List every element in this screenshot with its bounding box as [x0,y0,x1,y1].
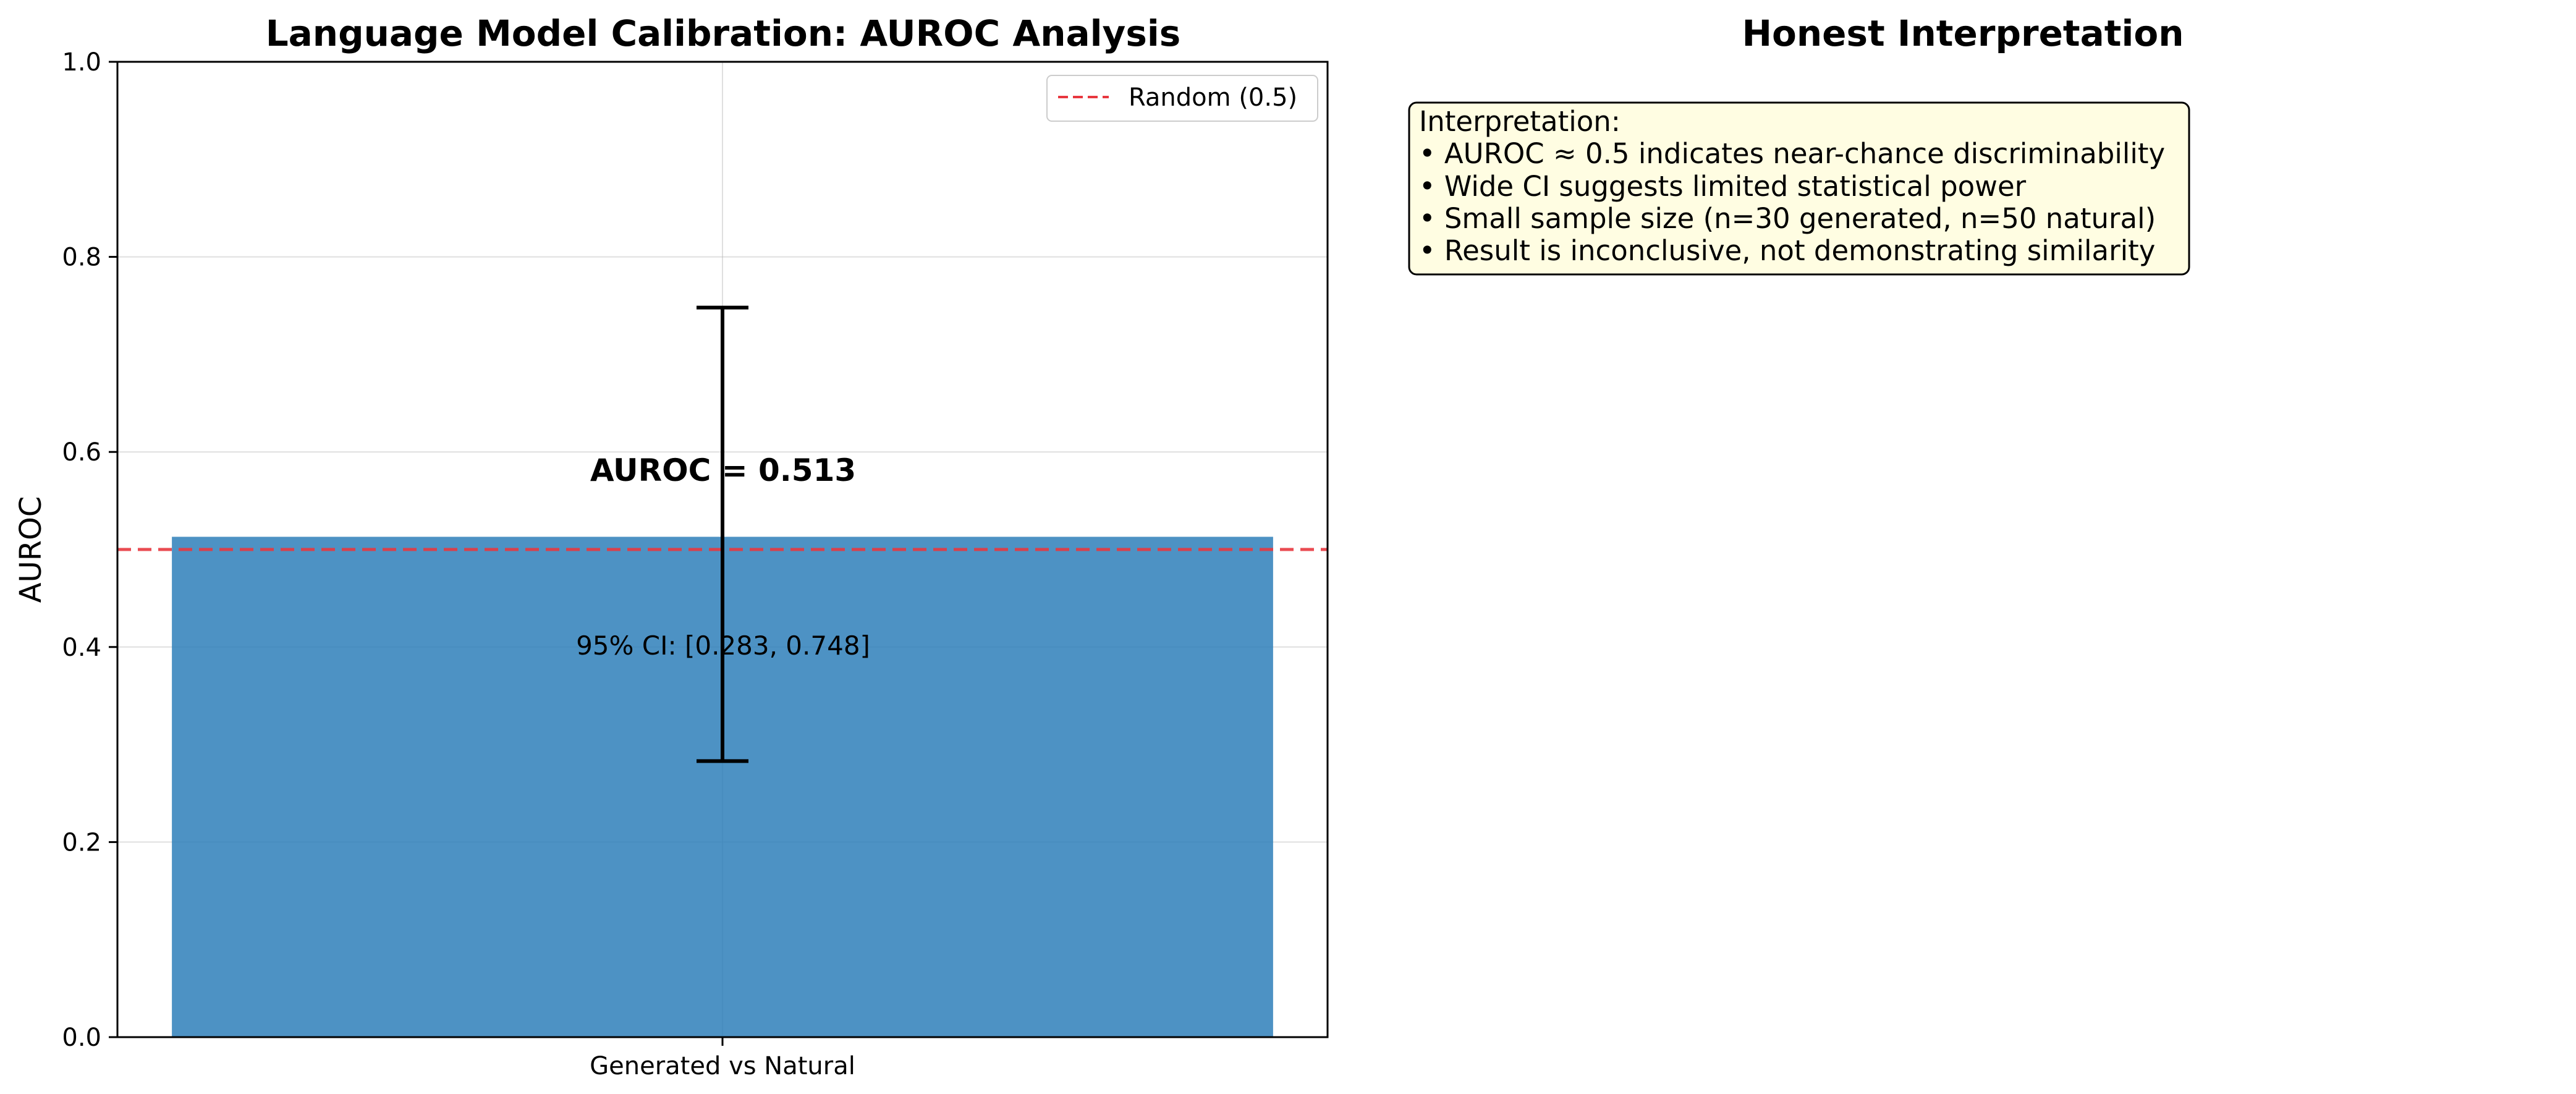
legend-label-random: Random (0.5) [1129,83,1297,112]
y-tick-label: 0.6 [62,438,101,467]
plot-area: 0.0 0.2 0.4 0.6 0.8 1.0 Generated vs Natural [62,48,1329,1080]
y-tick-layer: 0.0 0.2 0.4 0.6 0.8 1.0 [62,48,117,1052]
interpretation-line-3: • Small sample size (n=30 generated, n=5… [1419,202,2156,235]
y-axis-label: AUROC [14,496,48,603]
legend: Random (0.5) [1046,75,1318,122]
interpretation-box: Interpretation: • AUROC ≈ 0.5 indicates … [1408,101,2190,276]
y-tick-label: 0.4 [62,634,101,662]
x-tick-label: Generated vs Natural [590,1052,855,1080]
x-tick-layer: Generated vs Natural [590,1037,855,1080]
interpretation-line-4: • Result is inconclusive, not demonstrat… [1419,234,2155,267]
figure: Language Model Calibration: AUROC Analys… [14,12,2190,1080]
interpretation-line-2: • Wide CI suggests limited statistical p… [1419,170,2027,203]
interpretation-line-heading: Interpretation: [1419,105,1621,138]
ci-label: 95% CI: [0.283, 0.748] [576,630,870,661]
auroc-value-label: AUROC = 0.513 [590,452,856,488]
y-tick-label: 0.0 [62,1024,101,1052]
y-tick-label: 0.2 [62,828,101,857]
y-tick-label: 1.0 [62,48,101,77]
interpretation-line-1: • AUROC ≈ 0.5 indicates near-chance disc… [1419,137,2165,170]
y-tick-label: 0.8 [62,244,101,272]
chart-title: Language Model Calibration: AUROC Analys… [266,12,1181,54]
interpretation-title: Honest Interpretation [1742,12,2184,54]
